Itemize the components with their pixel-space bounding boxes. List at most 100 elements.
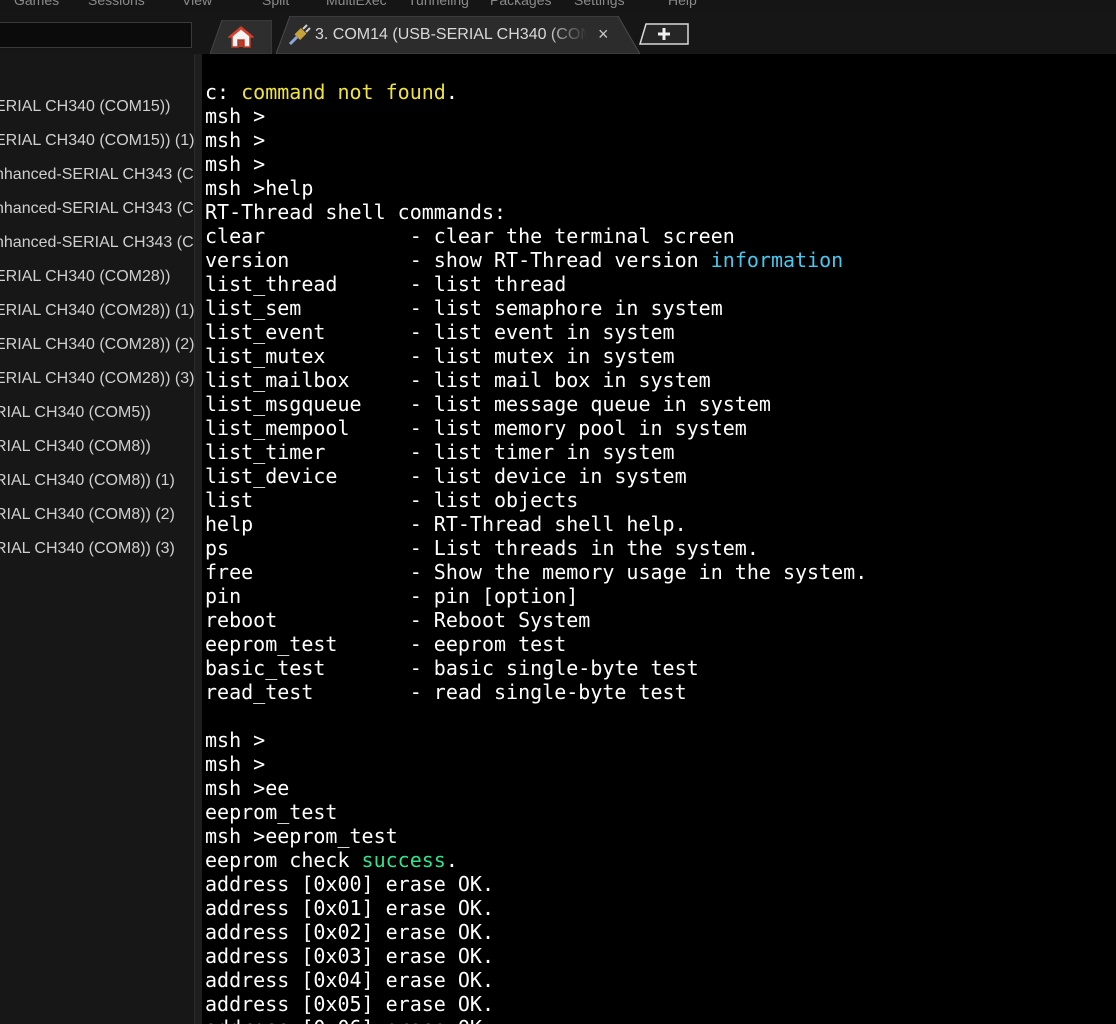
menu-help[interactable]: Help [668, 0, 697, 8]
terminal-text: msh >eeprom_test [205, 824, 398, 848]
terminal-line: msh > [205, 128, 867, 152]
terminal-text: address [0x03] erase OK. [205, 944, 494, 968]
terminal-text: address [0x01] erase OK. [205, 896, 494, 920]
terminal-text: read_test - read single-byte test [205, 680, 687, 704]
session-item[interactable]: ERIAL CH340 (COM28)) (2) [0, 333, 194, 357]
home-icon [228, 26, 254, 48]
terminal-text: address [0x05] erase OK. [205, 992, 494, 1016]
session-item[interactable]: RIAL CH340 (COM8)) (1) [0, 469, 194, 493]
session-item[interactable]: RIAL CH340 (COM8)) (2) [0, 503, 194, 527]
terminal-output[interactable]: c: command not found. msh > msh > msh > msh … [202, 54, 1116, 1024]
terminal-text: msh >help [205, 176, 314, 200]
menu-sessions[interactable]: Sessions [88, 0, 145, 8]
terminal-line: msh > [205, 152, 867, 176]
terminal-text: ps - List threads in the system. [205, 536, 759, 560]
sidebar-splitter[interactable] [194, 54, 202, 1024]
serial-plug-icon [288, 24, 311, 46]
terminal-line: help - RT-Thread shell help. [205, 512, 867, 536]
terminal-line: address [0x06] erase OK. [205, 1016, 867, 1024]
terminal-text: address [0x02] erase OK. [205, 920, 494, 944]
terminal-text: basic_test - basic single-byte test [205, 656, 699, 680]
terminal-text: address [0x04] erase OK. [205, 968, 494, 992]
terminal-text: msh > [205, 104, 266, 128]
terminal-line: msh > [205, 728, 867, 752]
session-item[interactable]: ERIAL CH340 (COM15)) (1) [0, 129, 194, 153]
terminal-text: msh >ee [205, 776, 290, 800]
terminal-line: msh >help [205, 176, 867, 200]
tab-session-com14[interactable]: 3. COM14 (USB-SERIAL CH340 (COM14)) × [276, 16, 640, 54]
session-item[interactable]: ERIAL CH340 (COM28)) (1) [0, 299, 194, 323]
terminal-text: list_sem - list semaphore in system [205, 296, 723, 320]
session-item[interactable]: ERIAL CH340 (COM15)) [0, 95, 194, 119]
session-item[interactable]: RIAL CH340 (COM8)) (3) [0, 537, 194, 561]
terminal-text: c: [205, 80, 242, 104]
terminal-text: eeprom check [205, 848, 362, 872]
terminal-line: free - Show the memory usage in the syst… [205, 560, 867, 584]
highlighted-text: command not found [241, 80, 446, 104]
terminal-line: list_device - list device in system [205, 464, 867, 488]
new-tab-button[interactable] [638, 22, 690, 46]
tab-strip: 3. COM14 (USB-SERIAL CH340 (COM14)) × [0, 12, 1116, 54]
tab-title: 3. COM14 (USB-SERIAL CH340 (COM14)) [315, 26, 587, 46]
terminal-line: list_msgqueue - list message queue in sy… [205, 392, 867, 416]
terminal-line: address [0x03] erase OK. [205, 944, 867, 968]
terminal-line: ps - List threads in the system. [205, 536, 867, 560]
menu-bar: Games Sessions View Split MultiExec Tunn… [0, 0, 1116, 12]
terminal-line: read_test - read single-byte test [205, 680, 867, 704]
terminal-line: list_timer - list timer in system [205, 440, 867, 464]
terminal-line: list_mempool - list memory pool in syste… [205, 416, 867, 440]
terminal-line: address [0x00] erase OK. [205, 872, 867, 896]
terminal-line: list_mutex - list mutex in system [205, 344, 867, 368]
menu-split[interactable]: Split [262, 0, 289, 8]
terminal-text: list - list objects [205, 488, 579, 512]
tab-close-icon[interactable]: × [598, 24, 609, 44]
terminal-text: help - RT-Thread shell help. [205, 512, 687, 536]
terminal-line: address [0x05] erase OK. [205, 992, 867, 1016]
terminal-text: msh > [205, 152, 266, 176]
highlighted-text: success [361, 848, 446, 872]
terminal-line: list_mailbox - list mail box in system [205, 368, 867, 392]
session-item[interactable]: nhanced-SERIAL CH343 (CO [0, 197, 194, 221]
session-item[interactable]: ERIAL CH340 (COM28)) [0, 265, 194, 289]
plus-icon [638, 23, 689, 45]
terminal-line: reboot - Reboot System [205, 608, 867, 632]
terminal-text: pin - pin [option] [205, 584, 579, 608]
terminal-text: list_timer - list timer in system [205, 440, 675, 464]
terminal-line: eeprom_test - eeprom test [205, 632, 867, 656]
session-item[interactable]: ERIAL CH340 (COM28)) (3) [0, 367, 194, 391]
terminal-text: free - Show the memory usage in the syst… [205, 560, 868, 584]
session-search-input[interactable] [0, 22, 192, 48]
terminal-text: eeprom_test [205, 800, 338, 824]
terminal-line: c: command not found. [205, 80, 867, 104]
terminal-line: address [0x02] erase OK. [205, 920, 867, 944]
tab-home[interactable] [210, 20, 272, 54]
terminal-line: list_sem - list semaphore in system [205, 296, 867, 320]
terminal-line: address [0x01] erase OK. [205, 896, 867, 920]
menu-view[interactable]: View [182, 0, 212, 8]
terminal-line: list_thread - list thread [205, 272, 867, 296]
terminal-text: list_msgqueue - list message queue in sy… [205, 392, 771, 416]
session-item[interactable]: nhanced-SERIAL CH343 (CO [0, 231, 194, 255]
terminal-text: list_mutex - list mutex in system [205, 344, 675, 368]
terminal-text: clear - clear the terminal screen [205, 224, 735, 248]
terminal-text: list_event - list event in system [205, 320, 675, 344]
terminal-text: eeprom_test - eeprom test [205, 632, 567, 656]
session-item[interactable]: RIAL CH340 (COM8)) [0, 435, 194, 459]
menu-tunneling[interactable]: Tunneling [408, 0, 469, 8]
terminal-line: RT-Thread shell commands: [205, 200, 867, 224]
menu-packages[interactable]: Packages [490, 0, 551, 8]
terminal-text: list_thread - list thread [205, 272, 567, 296]
highlighted-text: information [710, 248, 844, 272]
menu-multiexec[interactable]: MultiExec [326, 0, 387, 8]
terminal-lines: c: command not found. msh > msh > msh > msh … [205, 80, 867, 1024]
terminal-line: clear - clear the terminal screen [205, 224, 867, 248]
menu-settings[interactable]: Settings [574, 0, 625, 8]
menu-games[interactable]: Games [14, 0, 59, 8]
terminal-line: basic_test - basic single-byte test [205, 656, 867, 680]
terminal-text: address [0x00] erase OK. [205, 872, 494, 896]
sessions-sidebar: ERIAL CH340 (COM15)) ERIAL CH340 (COM15)… [0, 54, 194, 1024]
session-item[interactable]: RIAL CH340 (COM5)) [0, 401, 194, 425]
terminal-text: . [445, 80, 458, 104]
session-item[interactable]: nhanced-SERIAL CH343 (CO [0, 163, 194, 187]
